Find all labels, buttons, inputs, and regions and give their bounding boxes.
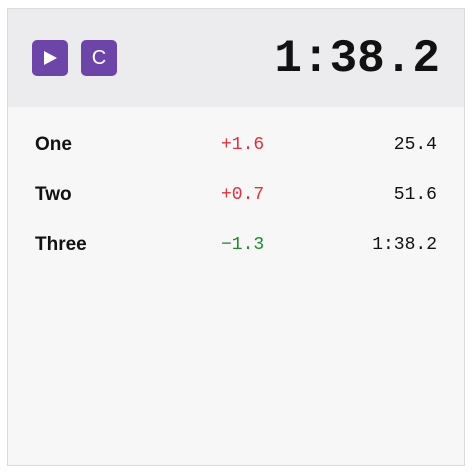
lap-row: Three −1.3 1:38.2 [8,221,464,271]
lap-row: One +1.6 25.4 [8,121,464,171]
lap-delta: −1.3 [221,235,265,255]
lap-time: 1:38.2 [372,235,437,255]
timer-display: 1:38.2 [274,33,440,85]
clear-button-label: C [91,47,107,69]
lap-time: 25.4 [393,135,437,155]
lap-row: Two +0.7 51.6 [8,171,464,221]
stopwatch-card: C 1:38.2 One +1.6 25.4 Two +0.7 51.6 Thr… [7,8,465,466]
stopwatch-header: C 1:38.2 [8,9,464,107]
play-button[interactable] [32,40,68,76]
lap-name: Two [35,184,72,205]
lap-name: Three [35,234,87,255]
lap-delta: +1.6 [221,135,265,155]
play-icon [44,51,57,65]
lap-time: 51.6 [393,185,437,205]
lap-name: One [35,134,72,155]
lap-delta: +0.7 [221,185,265,205]
lap-list: One +1.6 25.4 Two +0.7 51.6 Three −1.3 1… [8,121,464,271]
clear-button[interactable]: C [81,40,117,76]
